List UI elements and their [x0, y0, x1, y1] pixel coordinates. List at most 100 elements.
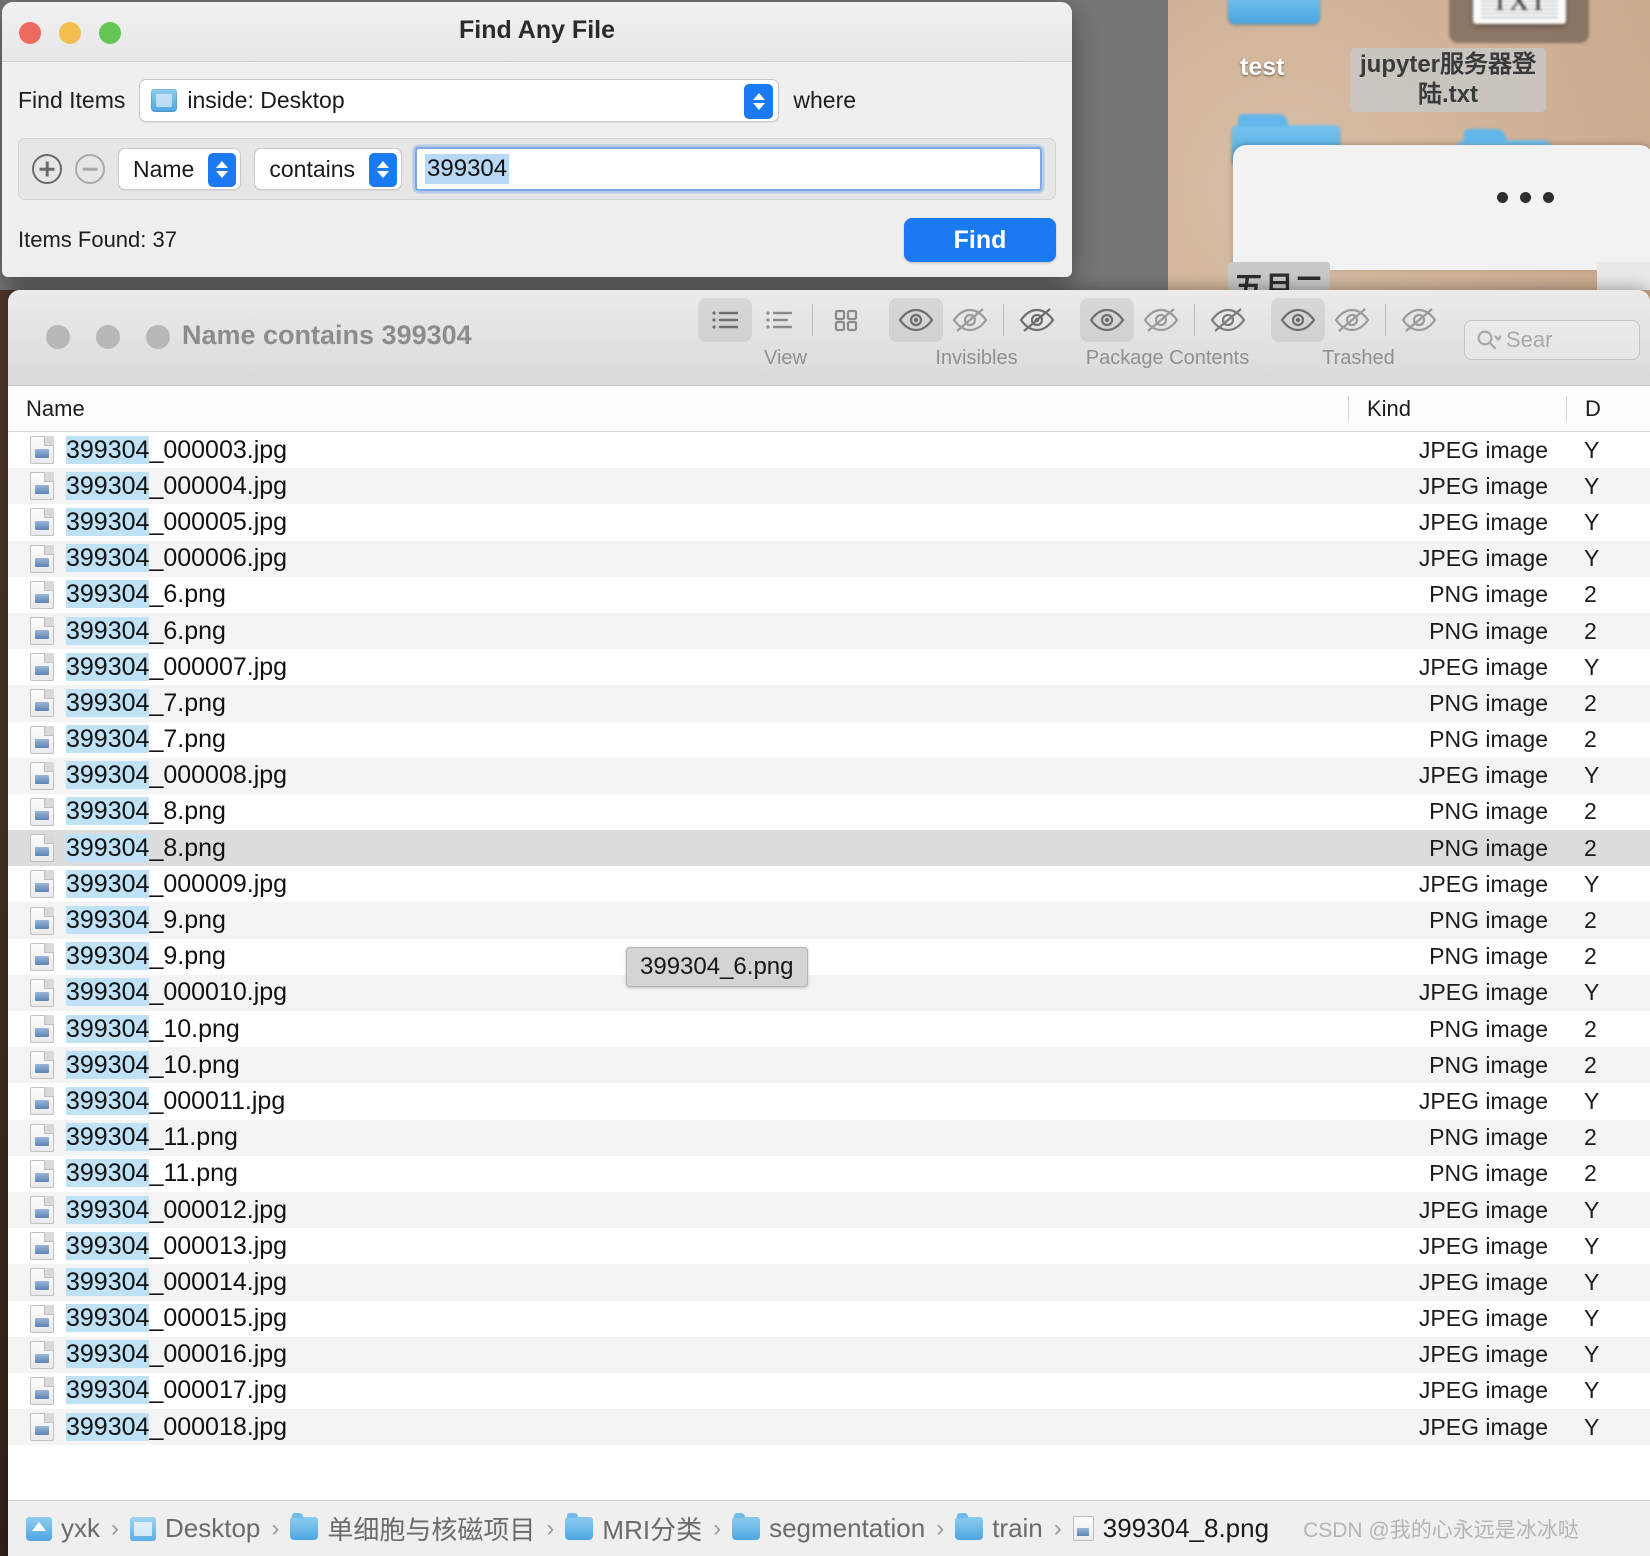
- table-row[interactable]: 399304_000018.jpg JPEG image Y: [8, 1409, 1650, 1446]
- desktop-txt-file-icon[interactable]: TXT: [1473, 0, 1566, 24]
- table-row[interactable]: 399304_000010.jpg JPEG image Y: [8, 974, 1650, 1011]
- attribute-value: Name: [133, 155, 195, 182]
- breadcrumb-item[interactable]: 399304_8.png: [1072, 1513, 1270, 1544]
- query-input[interactable]: 399304: [415, 147, 1042, 191]
- table-row[interactable]: 399304_9.png PNG image 2: [8, 938, 1650, 975]
- breadcrumb-item[interactable]: segmentation: [732, 1513, 925, 1544]
- row-name-cell: 399304_8.png: [8, 797, 1348, 826]
- row-filename: 399304_7.png: [66, 688, 226, 717]
- grid-view-icon[interactable]: [819, 298, 873, 342]
- row-filename: 399304_000015.jpg: [66, 1304, 288, 1333]
- table-row[interactable]: 399304_000005.jpg JPEG image Y: [8, 504, 1650, 541]
- table-row[interactable]: 399304_6.png PNG image 2: [8, 576, 1650, 613]
- row-date-cell: Y: [1584, 1305, 1600, 1332]
- eye-hidden-icon[interactable]: [1325, 298, 1379, 342]
- eye-visible-icon[interactable]: [1080, 298, 1134, 342]
- list-view-icon[interactable]: [698, 298, 752, 342]
- eye-hidden-slash-icon[interactable]: [1201, 298, 1255, 342]
- table-row[interactable]: 399304_000006.jpg JPEG image Y: [8, 540, 1650, 577]
- table-row[interactable]: 399304_11.png PNG image 2: [8, 1155, 1650, 1192]
- desktop-label-test: test: [1240, 53, 1285, 81]
- row-kind-cell: JPEG image: [1418, 472, 1548, 499]
- table-row[interactable]: 399304_8.png PNG image 2: [8, 830, 1650, 867]
- chevron-updown-icon[interactable]: [744, 84, 774, 119]
- table-row[interactable]: 399304_000015.jpg JPEG image Y: [8, 1300, 1650, 1337]
- row-date-cell: Y: [1584, 472, 1600, 499]
- eye-hidden-slash-icon[interactable]: [1392, 298, 1446, 342]
- table-row[interactable]: 399304_8.png PNG image 2: [8, 793, 1650, 831]
- table-row[interactable]: 399304_000004.jpg JPEG image Y: [8, 468, 1650, 505]
- eye-hidden-slash-icon[interactable]: [1010, 298, 1064, 342]
- chevron-updown-icon[interactable]: [208, 152, 237, 187]
- row-filename: 399304_7.png: [66, 725, 226, 754]
- table-row[interactable]: 399304_000013.jpg JPEG image Y: [8, 1228, 1650, 1265]
- breadcrumb-item[interactable]: 单细胞与核磁项目: [290, 1510, 535, 1547]
- table-row[interactable]: 399304_000009.jpg JPEG image Y: [8, 866, 1650, 903]
- home-folder-icon: [26, 1516, 52, 1541]
- eye-visible-icon[interactable]: [1271, 298, 1325, 342]
- table-row[interactable]: 399304_000012.jpg JPEG image Y: [8, 1191, 1650, 1229]
- window-title: Find Any File: [458, 16, 616, 44]
- image-file-icon: [30, 761, 54, 790]
- row-kind-cell: JPEG image: [1418, 1305, 1548, 1332]
- breadcrumb-separator: ›: [546, 1514, 555, 1542]
- table-row[interactable]: 399304_11.png PNG image 2: [8, 1119, 1650, 1156]
- chevron-updown-icon[interactable]: [369, 152, 398, 187]
- find-button[interactable]: Find: [904, 218, 1056, 262]
- background-window-more-icon[interactable]: [1497, 192, 1554, 203]
- watermark: CSDN @我的心永远是冰冰哒: [1303, 1518, 1579, 1542]
- table-row[interactable]: 399304_000017.jpg JPEG image Y: [8, 1372, 1650, 1410]
- row-kind-cell: PNG image: [1429, 1124, 1548, 1151]
- invisibles-buttons: [889, 298, 1064, 342]
- toolbar-group-label: Package Contents: [1085, 347, 1250, 369]
- image-file-icon: [30, 725, 54, 754]
- table-row[interactable]: 399304_9.png PNG image 2: [8, 902, 1650, 939]
- find-any-file-titlebar[interactable]: Find Any File: [2, 2, 1072, 62]
- table-row[interactable]: 399304_000007.jpg JPEG image Y: [8, 649, 1650, 686]
- row-date-cell: 2: [1584, 689, 1597, 716]
- table-row[interactable]: 399304_10.png PNG image 2: [8, 1047, 1650, 1084]
- table-row[interactable]: 399304_000003.jpg JPEG image Y: [8, 432, 1650, 469]
- zoom-button[interactable]: [146, 325, 170, 349]
- column-header-kind[interactable]: Kind: [1348, 395, 1566, 422]
- eye-hidden-icon[interactable]: [1134, 298, 1188, 342]
- results-file-list[interactable]: 399304_000003.jpg JPEG image Y 399304_00000…: [8, 432, 1650, 1474]
- table-row[interactable]: 399304_000016.jpg JPEG image Y: [8, 1336, 1650, 1373]
- list-detail-icon[interactable]: [752, 298, 806, 342]
- table-row[interactable]: 399304_10.png PNG image 2: [8, 1011, 1650, 1048]
- table-row[interactable]: 399304_7.png PNG image 2: [8, 685, 1650, 722]
- eye-hidden-icon[interactable]: [943, 298, 997, 342]
- row-filename: 399304_000005.jpg: [66, 507, 288, 536]
- close-button[interactable]: [46, 325, 70, 349]
- breadcrumb-item[interactable]: yxk: [26, 1513, 100, 1544]
- breadcrumb-item[interactable]: MRI分类: [565, 1510, 702, 1547]
- row-filename: 399304_9.png: [66, 942, 226, 971]
- breadcrumb-label: 399304_8.png: [1102, 1513, 1270, 1543]
- remove-criterion-button[interactable]: [75, 154, 105, 184]
- column-header-name[interactable]: Name: [8, 396, 1348, 422]
- row-date-cell: 2: [1584, 1051, 1597, 1078]
- add-criterion-button[interactable]: [32, 154, 62, 184]
- table-row[interactable]: 399304_6.png PNG image 2: [8, 612, 1650, 650]
- search-input[interactable]: Sear: [1464, 320, 1640, 360]
- row-name-cell: 399304_000005.jpg: [8, 507, 1348, 537]
- minimize-button[interactable]: [96, 325, 120, 349]
- breadcrumb-item[interactable]: Desktop: [130, 1513, 260, 1544]
- table-row[interactable]: 399304_7.png PNG image 2: [8, 721, 1650, 758]
- table-row[interactable]: 399304_000008.jpg JPEG image Y: [8, 757, 1650, 794]
- toolbar-group-label: Invisibles: [935, 347, 1018, 369]
- row-kind-cell: PNG image: [1429, 834, 1548, 861]
- eye-visible-icon[interactable]: [889, 298, 943, 342]
- desktop-folder-top[interactable]: [1228, 0, 1320, 24]
- row-name-cell: 399304_000016.jpg: [8, 1340, 1348, 1369]
- table-row[interactable]: 399304_000014.jpg JPEG image Y: [8, 1264, 1650, 1301]
- row-filename: 399304_000017.jpg: [66, 1376, 288, 1405]
- breadcrumb-item[interactable]: train: [955, 1513, 1043, 1544]
- operator-select[interactable]: contains: [254, 148, 403, 190]
- search-scope-select[interactable]: inside: Desktop: [139, 79, 780, 122]
- attribute-select[interactable]: Name: [118, 148, 242, 190]
- results-toolbar: Name contains 399304 View Invisibles Pac…: [8, 290, 1650, 386]
- column-header-date[interactable]: D: [1566, 395, 1650, 422]
- image-file-icon: [30, 906, 54, 935]
- table-row[interactable]: 399304_000011.jpg JPEG image Y: [8, 1083, 1650, 1120]
